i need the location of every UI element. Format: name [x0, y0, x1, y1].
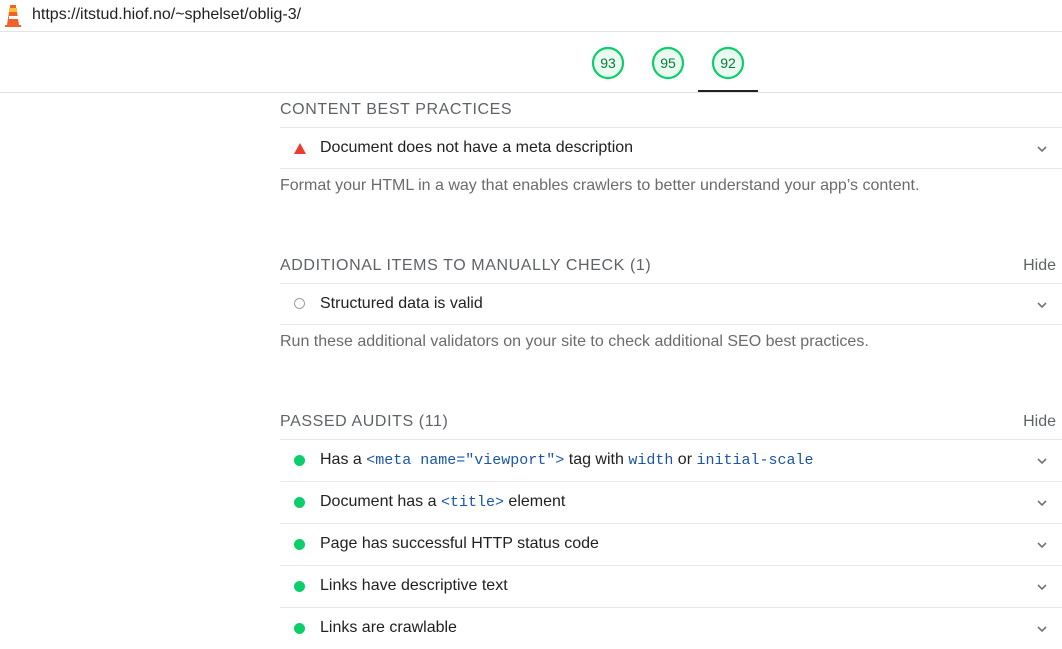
pass-dot-icon — [294, 455, 305, 466]
group-header-manual: ADDITIONAL ITEMS TO MANUALLY CHECK (1) H… — [280, 249, 1062, 283]
audit-http-status-code[interactable]: Page has successful HTTP status code — [280, 523, 1062, 565]
chevron-down-icon[interactable] — [1036, 539, 1048, 551]
pass-dot-icon — [294, 539, 305, 550]
audit-link-text[interactable]: Links have descriptive text — [280, 565, 1062, 607]
group-title: CONTENT BEST PRACTICES — [280, 101, 513, 118]
audit-crawlable-anchors[interactable]: Links are crawlable — [280, 607, 1062, 649]
hide-toggle[interactable]: Hide — [1023, 413, 1056, 431]
hide-toggle[interactable]: Hide — [1023, 257, 1056, 275]
lighthouse-logo-icon — [5, 5, 21, 27]
chevron-down-icon[interactable] — [1036, 581, 1048, 593]
audit-title: Document does not have a meta descriptio… — [320, 139, 634, 156]
audit-title: Structured data is valid — [320, 295, 483, 312]
score-gauge-3[interactable]: 92 — [711, 46, 745, 80]
pass-dot-icon — [294, 623, 305, 634]
manual-circle-icon — [294, 298, 305, 309]
pass-dot-icon — [294, 497, 305, 508]
active-gauge-indicator — [698, 90, 758, 92]
group-header-passed: PASSED AUDITS (11) Hide — [280, 405, 1062, 439]
gauge-score: 95 — [660, 55, 676, 71]
browser-address-bar: https://itstud.hiof.no/~sphelset/oblig-3… — [0, 0, 1062, 32]
chevron-down-icon[interactable] — [1036, 299, 1048, 311]
gauge-score: 92 — [720, 55, 736, 71]
audit-title: Links are crawlable — [320, 619, 457, 636]
audit-title: Has a <meta name="viewport"> tag with wi… — [320, 451, 814, 469]
audit-title: Links have descriptive text — [320, 577, 508, 594]
pass-dot-icon — [294, 581, 305, 592]
audit-title: Document has a <title> element — [320, 493, 566, 511]
group-title: PASSED AUDITS (11) — [280, 413, 449, 430]
audit-content: CONTENT BEST PRACTICES Document does not… — [280, 93, 1062, 649]
score-gauge-1[interactable]: 93 — [591, 46, 625, 80]
gauge-score: 93 — [600, 55, 616, 71]
audit-document-title[interactable]: Document has a <title> element — [280, 481, 1062, 523]
audit-title: Page has successful HTTP status code — [320, 535, 599, 552]
chevron-down-icon[interactable] — [1036, 497, 1048, 509]
group-description: Run these additional validators on your … — [280, 324, 1062, 405]
page-url[interactable]: https://itstud.hiof.no/~sphelset/oblig-3… — [32, 6, 301, 24]
fail-triangle-icon — [294, 143, 306, 154]
score-gauge-2[interactable]: 95 — [651, 46, 685, 80]
score-gauges: 93 95 92 — [0, 32, 1062, 93]
chevron-down-icon[interactable] — [1036, 143, 1048, 155]
chevron-down-icon[interactable] — [1036, 623, 1048, 635]
group-title: ADDITIONAL ITEMS TO MANUALLY CHECK (1) — [280, 257, 652, 274]
chevron-down-icon[interactable] — [1036, 455, 1048, 467]
audit-meta-description[interactable]: Document does not have a meta descriptio… — [280, 127, 1062, 168]
audit-structured-data[interactable]: Structured data is valid — [280, 283, 1062, 324]
group-description: Format your HTML in a way that enables c… — [280, 168, 1062, 249]
group-header-content-best-practices: CONTENT BEST PRACTICES — [280, 93, 1062, 127]
audit-meta-viewport[interactable]: Has a <meta name="viewport"> tag with wi… — [280, 439, 1062, 481]
